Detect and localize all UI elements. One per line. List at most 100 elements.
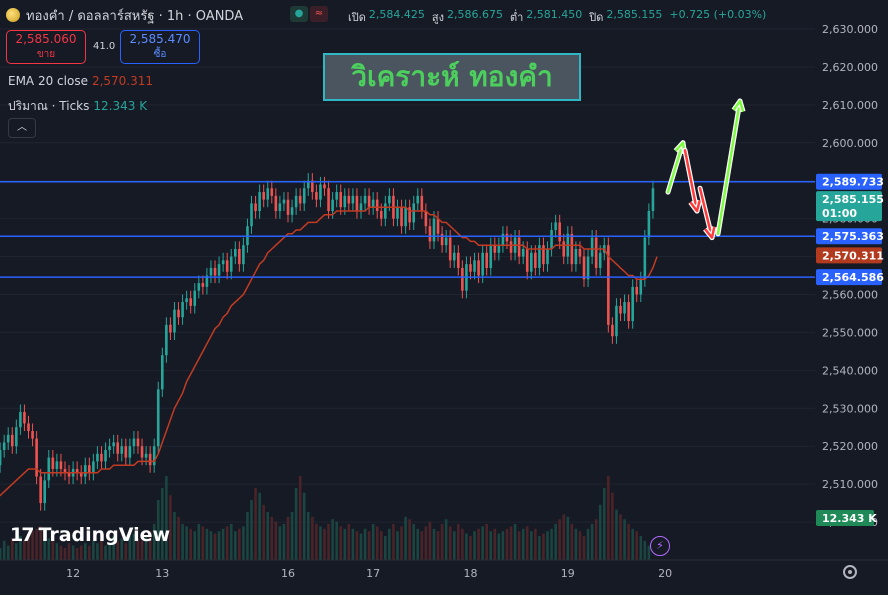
candle-body [327,188,330,212]
time-tick-label: 20 [658,567,672,580]
candle-body [189,298,192,306]
price-axis[interactable]: 2,500.0002,510.0002,520.0002,530.0002,54… [815,0,888,560]
candle-body [371,199,375,208]
candle-body [112,442,115,447]
price-tick-label: 2,520.000 [822,440,878,453]
candle-body [457,252,460,268]
arrow-down-2 [697,185,717,241]
volume-bar [201,526,205,560]
volume-bar [185,526,188,560]
volume-bar [0,548,2,560]
candle-body [23,412,26,424]
volume-bar [416,528,420,560]
volume-bar [311,516,314,560]
price-tag-text: 2,589.733 [822,176,884,189]
volume-bar [363,528,367,560]
gear-icon[interactable] [843,565,857,579]
volume-bar [607,476,610,560]
volume-bar [274,521,278,560]
candle-body [181,302,184,318]
candle-body [128,446,132,458]
candle-body [416,195,420,204]
volume-bar [412,524,416,560]
volume-bar [521,528,525,560]
candle-body [428,226,432,242]
volume-bar [396,531,399,560]
lightning-icon[interactable]: ⚡ [650,536,670,556]
volume-bar [534,528,537,560]
collapse-legend-button[interactable]: ︿ [8,118,36,138]
candle-body [485,252,488,268]
candle-body [489,245,493,268]
candle-body [177,309,180,318]
candle-body [525,248,529,272]
volume-bar [193,531,197,560]
candle-body [359,203,363,212]
volume-bar [546,531,549,560]
volume-legend[interactable]: ปริมาณ · Ticks 12.343 K [8,97,147,116]
price-tag-text: 2,564.586 [822,271,884,284]
candle-body [136,438,140,447]
candle-body [582,256,586,280]
ema-legend[interactable]: EMA 20 close 2,570.311 [8,74,153,88]
volume-bar [485,524,488,560]
volume-bar [197,524,201,560]
volume-bar [343,528,347,560]
price-tick-label: 2,540.000 [822,364,878,377]
volume-bar [6,545,10,560]
candle-body [611,324,614,337]
volume-bar [440,524,444,560]
candle-body [225,260,229,272]
volume-bar [104,545,107,560]
candle-body [144,453,148,458]
price-tick-label: 2,600.000 [822,137,878,150]
volume-bar [181,524,184,560]
candle-body [298,195,302,204]
volume-bar [88,545,91,560]
candle-body [197,283,201,291]
candle-body [88,465,91,473]
volume-bar [351,528,355,560]
candle-body [623,302,626,314]
volume-bar [254,488,257,560]
volume-bar [339,526,343,560]
level-tag-2: 2,575.363 [816,228,884,245]
candle-body [165,324,168,356]
symbol-header[interactable]: ทองคำ / ดอลลาร์สหรัฐ · 1h · OANDA [6,4,243,26]
volume-bar [355,531,359,560]
candle-body [0,450,2,466]
volume-bar [509,526,513,560]
candle-body [156,389,160,447]
candle-body [43,480,47,504]
candle-body [185,298,188,303]
volume-bar [457,524,460,560]
candle-body [323,184,326,189]
candle-body [83,465,87,477]
candle-body [262,192,265,200]
candle-body [619,305,622,314]
volume-tag-text: 12.343 K [822,512,877,525]
candle-body [270,188,274,196]
volume-bar [517,531,521,560]
level-tag-3: 2,564.586 [816,269,884,286]
volume-bar [615,509,618,560]
time-axis[interactable]: 12 13 16 17 18 19 20 [0,559,888,580]
symbol-title[interactable]: ทองคำ / ดอลลาร์สหรัฐ · 1h · OANDA [26,5,243,26]
buy-button[interactable]: 2,585.470 ซื้อ [120,30,200,64]
sell-button[interactable]: 2,585.060 ขาย [6,30,86,64]
time-tick-label: 16 [281,567,295,580]
candle-body [388,195,391,204]
candle-body [278,203,282,212]
tv-logo-icon: 17 [10,524,34,546]
tradingview-logo[interactable]: 17 TradingView [10,524,170,546]
volume-bar [258,492,261,560]
volume-bar [590,524,594,560]
candle-body [493,245,497,253]
time-tick-label: 12 [66,567,80,580]
volume-bar [489,531,493,560]
volume-bar [327,524,330,560]
volume-bar [359,533,363,560]
volume-bar [63,548,67,560]
volume-bar [270,516,274,560]
candle-body [517,237,521,257]
